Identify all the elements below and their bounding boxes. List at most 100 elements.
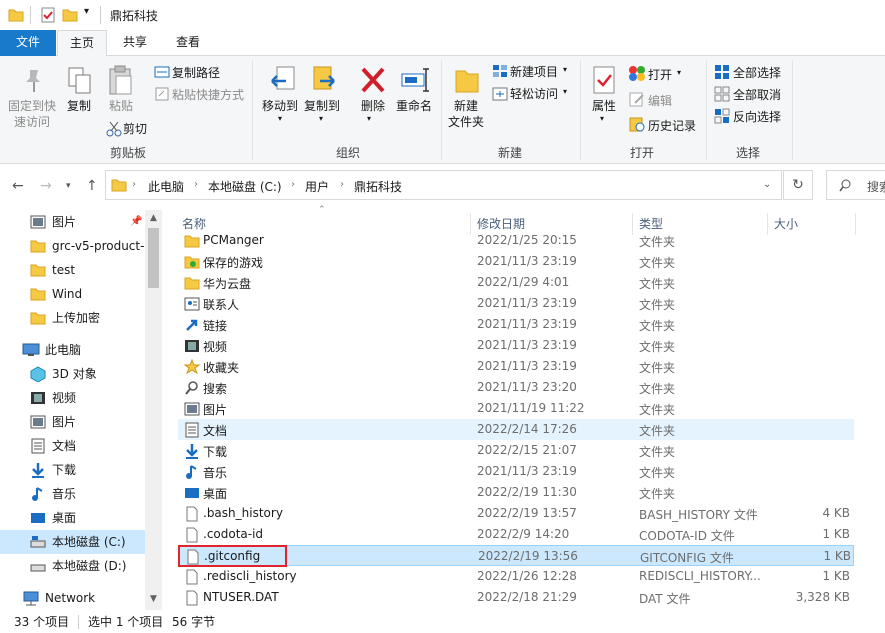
file-row[interactable]: 华为云盘 2022/1/29 4:01 文件夹 — [178, 272, 854, 293]
open-button[interactable]: 打开 — [648, 66, 672, 83]
refresh-button[interactable]: ↻ — [783, 170, 813, 200]
file-row[interactable]: 音乐 2021/11/3 23:19 文件夹 — [178, 461, 854, 482]
move-to-dropdown-icon[interactable]: ▾ — [278, 114, 282, 123]
paste-button[interactable]: 粘贴 — [104, 98, 138, 114]
folder-icon — [30, 264, 46, 277]
pin-quick-access-button[interactable]: 固定到快 速访问 — [4, 98, 60, 130]
breadcrumb-users[interactable]: 用户 — [305, 178, 329, 195]
nav-item-grc-v5[interactable]: grc-v5-product- — [30, 234, 145, 258]
breadcrumb-current-folder[interactable]: 鼎拓科技 — [354, 178, 402, 195]
nav-item-local-disk-c[interactable]: 本地磁盘 (C:) — [0, 530, 145, 554]
properties-dropdown-icon[interactable]: ▾ — [600, 114, 604, 123]
file-row[interactable]: 桌面 2022/2/19 11:30 文件夹 — [178, 482, 854, 503]
file-row[interactable]: NTUSER.DAT 2022/2/18 21:29 DAT 文件 3,328 KB — [178, 587, 854, 608]
file-modified: 2021/11/3 23:19 — [477, 338, 577, 352]
history-button[interactable]: 历史记录 — [648, 117, 696, 134]
nav-item-network[interactable]: Network — [22, 586, 145, 610]
new-folder-button[interactable]: 新建 文件夹 — [446, 98, 486, 130]
new-folder-quick-icon[interactable] — [62, 7, 78, 23]
forward-arrow-icon[interactable]: → — [40, 178, 52, 194]
nav-item-documents[interactable]: 文档 — [30, 434, 145, 458]
cut-button[interactable]: 剪切 — [123, 120, 147, 137]
edit-button[interactable]: 编辑 — [648, 92, 672, 109]
file-row[interactable]: 搜索 2021/11/3 23:20 文件夹 — [178, 377, 854, 398]
file-modified: 2021/11/3 23:19 — [477, 296, 577, 310]
nav-item-test[interactable]: test — [30, 258, 145, 282]
invert-selection-icon — [714, 108, 730, 124]
tab-file[interactable]: 文件 — [0, 30, 56, 56]
folder-icon — [30, 240, 46, 253]
file-row[interactable]: 图片 2021/11/19 11:22 文件夹 — [178, 398, 854, 419]
nav-item-this-pc[interactable]: 此电脑 — [22, 338, 145, 362]
select-all-button[interactable]: 全部选择 — [733, 64, 781, 81]
rename-button[interactable]: 重命名 — [394, 98, 434, 114]
scroll-down-icon[interactable]: ▼ — [145, 594, 162, 604]
breadcrumb-local-disk[interactable]: 本地磁盘 (C:) — [208, 178, 282, 195]
nav-item-videos[interactable]: 视频 — [30, 386, 145, 410]
nav-item-wind[interactable]: Wind — [30, 282, 145, 306]
back-arrow-icon[interactable]: ← — [12, 178, 24, 194]
file-modified: 2021/11/3 23:20 — [477, 380, 577, 394]
customize-quick-access-icon[interactable]: ▾ — [84, 6, 89, 17]
video-icon — [31, 392, 45, 404]
easy-access-button[interactable]: 轻松访问 — [510, 85, 558, 102]
nav-item-pictures-quick[interactable]: 图片 📌 — [30, 210, 145, 234]
address-bar[interactable]: › 此电脑 › 本地磁盘 (C:) › 用户 › 鼎拓科技 ⌄ — [105, 170, 782, 200]
breadcrumb-this-pc[interactable]: 此电脑 — [148, 178, 184, 195]
properties-quick-icon[interactable] — [40, 7, 56, 23]
file-icon — [186, 569, 198, 585]
file-type: 文件夹 — [639, 487, 676, 501]
nav-item-downloads[interactable]: 下载 — [30, 458, 145, 482]
edit-icon — [629, 92, 644, 107]
delete-button[interactable]: 删除 — [356, 98, 390, 114]
file-row[interactable]: 文档 2022/2/14 17:26 文件夹 — [178, 419, 854, 440]
new-item-button[interactable]: 新建项目 — [510, 63, 558, 80]
search-input[interactable]: 搜索 — [826, 170, 885, 200]
select-none-button[interactable]: 全部取消 — [733, 86, 781, 103]
file-row[interactable]: .bash_history 2022/2/19 13:57 BASH_HISTORY… — [178, 503, 854, 524]
nav-item-label: grc-v5-product- — [52, 239, 145, 253]
file-row[interactable]: 保存的游戏 2021/11/3 23:19 文件夹 — [178, 251, 854, 272]
new-item-dropdown-icon[interactable]: ▾ — [563, 65, 567, 74]
tab-home[interactable]: 主页 — [57, 30, 107, 57]
file-row[interactable]: .codota-id 2022/2/9 14:20 CODOTA-ID 文件 1 KB — [178, 524, 854, 545]
file-row[interactable]: 联系人 2021/11/3 23:19 文件夹 — [178, 293, 854, 314]
up-arrow-icon[interactable]: ↑ — [86, 178, 98, 194]
saved-games-icon — [184, 256, 200, 269]
easy-access-dropdown-icon[interactable]: ▾ — [563, 87, 567, 96]
recent-locations-icon[interactable]: ▾ — [66, 181, 71, 191]
tab-share[interactable]: 共享 — [112, 30, 158, 56]
file-type: 文件夹 — [639, 235, 676, 249]
copy-to-button[interactable]: 复制到 — [302, 98, 342, 114]
file-row[interactable]: .rediscli_history 2022/1/26 12:28 REDISCLI… — [178, 566, 854, 587]
address-dropdown-icon[interactable]: ⌄ — [763, 179, 771, 190]
copy-button[interactable]: 复制 — [62, 98, 96, 114]
tab-view[interactable]: 查看 — [165, 30, 211, 56]
file-row[interactable]: 下载 2022/2/15 21:07 文件夹 — [178, 440, 854, 461]
nav-item-music[interactable]: 音乐 — [30, 482, 145, 506]
file-row[interactable]: PCManger 2022/1/25 20:15 文件夹 — [178, 230, 854, 251]
file-type: CODOTA-ID 文件 — [639, 529, 735, 543]
delete-dropdown-icon[interactable]: ▾ — [367, 114, 371, 123]
file-name: 保存的游戏 — [203, 256, 264, 270]
nav-item-upload-encrypt[interactable]: 上传加密 — [30, 306, 145, 330]
open-dropdown-icon[interactable]: ▾ — [677, 68, 681, 77]
nav-pane-scroll-thumb[interactable] — [148, 228, 159, 288]
nav-item-local-disk-d[interactable]: 本地磁盘 (D:) — [30, 554, 145, 578]
pictures-icon — [30, 215, 46, 229]
breadcrumb-separator-icon: › — [132, 179, 136, 190]
copy-to-dropdown-icon[interactable]: ▾ — [319, 114, 323, 123]
new-folder-icon — [455, 70, 479, 93]
file-row[interactable]: 视频 2021/11/3 23:19 文件夹 — [178, 335, 854, 356]
invert-selection-button[interactable]: 反向选择 — [733, 108, 781, 125]
move-to-button[interactable]: 移动到 — [260, 98, 300, 114]
properties-button[interactable]: 属性 — [586, 98, 622, 114]
nav-item-3d-objects[interactable]: 3D 对象 — [30, 362, 145, 386]
file-row[interactable]: 收藏夹 2021/11/3 23:19 文件夹 — [178, 356, 854, 377]
nav-item-pictures[interactable]: 图片 — [30, 410, 145, 434]
scroll-up-icon[interactable]: ▲ — [145, 213, 162, 223]
nav-item-desktop[interactable]: 桌面 — [30, 506, 145, 530]
copy-path-button[interactable]: 复制路径 — [172, 64, 220, 81]
file-row[interactable]: 链接 2021/11/3 23:19 文件夹 — [178, 314, 854, 335]
paste-shortcut-button[interactable]: 粘贴快捷方式 — [172, 86, 244, 103]
